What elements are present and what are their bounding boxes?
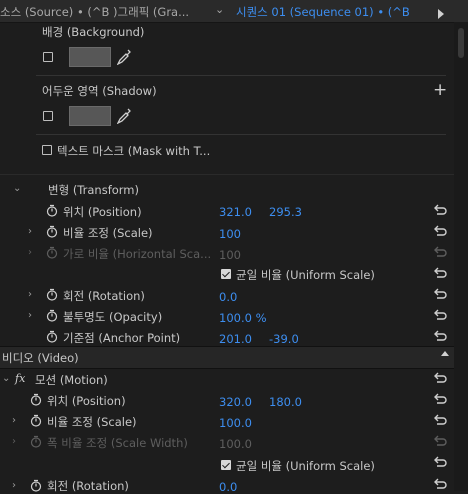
chevron-right-icon[interactable]: ›: [28, 289, 32, 300]
reset-icon[interactable]: [433, 267, 447, 279]
text-mask-checkbox[interactable]: [42, 145, 52, 155]
transform-uniform-scale-checkbox[interactable]: [221, 269, 231, 279]
video-label: 비디오 (Video): [2, 351, 79, 365]
scrollbar-thumb[interactable]: [458, 28, 464, 58]
chevron-down-icon[interactable]: ⌄: [2, 373, 10, 384]
transform-anchor-x[interactable]: 201.0: [219, 332, 252, 346]
transform-label: 변형 (Transform): [48, 183, 139, 197]
fx-badge[interactable]: fx: [15, 372, 25, 385]
shadow-checkbox[interactable]: [43, 111, 53, 121]
motion-scale-value[interactable]: 100.0: [219, 416, 252, 430]
transform-opacity-label: 불투명도 (Opacity): [63, 310, 163, 324]
motion-position-label: 위치 (Position): [47, 394, 126, 408]
reset-icon[interactable]: [433, 225, 447, 237]
chevron-right-icon[interactable]: ›: [28, 310, 32, 321]
motion-scale-width-value: 100.0: [219, 437, 252, 451]
panel-tab-bar: 소스 (Source) • (^B )그래픽 (Gra... ⌄ 시퀀스 01 …: [0, 0, 468, 23]
shadow-color-swatch[interactable]: [69, 106, 111, 126]
background-color-swatch[interactable]: [69, 47, 111, 67]
reset-icon[interactable]: [433, 393, 447, 405]
motion-scale-label: 비율 조정 (Scale): [47, 415, 137, 429]
motion-uniform-scale-checkbox[interactable]: [221, 460, 231, 470]
reset-icon[interactable]: [433, 414, 447, 426]
chevron-right-icon[interactable]: ›: [12, 480, 16, 491]
chevron-right-icon: ›: [28, 247, 32, 258]
transform-opacity-value[interactable]: 100.0 %: [219, 311, 267, 325]
play-icon[interactable]: [438, 9, 444, 19]
stopwatch-icon[interactable]: [46, 309, 58, 322]
reset-icon[interactable]: [433, 478, 447, 490]
transform-scale-label: 비율 조정 (Scale): [63, 226, 153, 240]
motion-position-y[interactable]: 180.0: [269, 395, 302, 409]
transform-scale-value[interactable]: 100: [219, 227, 241, 241]
stopwatch-icon[interactable]: [46, 204, 58, 217]
divider: [36, 75, 446, 76]
transform-anchor-y[interactable]: -39.0: [269, 332, 299, 346]
video-section-header[interactable]: 비디오 (Video): [0, 346, 454, 369]
tab-sequence[interactable]: 시퀀스 01 (Sequence 01) • (^B: [236, 4, 410, 20]
motion-rotation-value[interactable]: 0.0: [219, 480, 237, 494]
eyedropper-icon[interactable]: [117, 108, 131, 124]
stopwatch-icon: [46, 246, 58, 259]
stopwatch-icon: [30, 435, 42, 448]
eyedropper-icon[interactable]: [117, 49, 131, 65]
reset-icon[interactable]: [433, 456, 447, 468]
motion-position-x[interactable]: 320.0: [219, 395, 252, 409]
chevron-right-icon[interactable]: ›: [12, 415, 16, 426]
chevron-down-icon[interactable]: ⌄: [13, 183, 21, 194]
text-mask-label: 텍스트 마스크 (Mask with T...: [57, 144, 211, 158]
transform-position-x[interactable]: 321.0: [219, 205, 252, 219]
transform-hscale-value: 100: [219, 248, 241, 262]
chevron-down-icon[interactable]: ⌄: [215, 3, 224, 16]
transform-position-label: 위치 (Position): [63, 205, 142, 219]
tab-source[interactable]: 소스 (Source) • (^B )그래픽 (Gra...: [0, 4, 189, 20]
stopwatch-icon[interactable]: [46, 288, 58, 301]
reset-icon: [434, 435, 447, 446]
background-label: 배경 (Background): [42, 25, 145, 39]
transform-uniform-scale-label: 균일 비율 (Uniform Scale): [236, 268, 375, 282]
transform-rotation-label: 회전 (Rotation): [63, 289, 145, 303]
stopwatch-icon[interactable]: [46, 225, 58, 238]
transform-position-y[interactable]: 295.3: [269, 205, 302, 219]
transform-anchor-label: 기준점 (Anchor Point): [63, 331, 181, 345]
reset-icon[interactable]: [433, 204, 447, 216]
motion-scale-width-label: 폭 비율 조정 (Scale Width): [47, 436, 188, 450]
stopwatch-icon[interactable]: [46, 330, 58, 343]
reset-icon[interactable]: [433, 309, 447, 321]
stopwatch-icon[interactable]: [30, 479, 42, 492]
reset-icon[interactable]: [433, 330, 447, 342]
transform-hscale-label: 가로 비율 (Horizontal Sca...: [63, 247, 212, 261]
scrollbar[interactable]: [454, 22, 468, 491]
divider: [0, 174, 454, 175]
chevron-right-icon[interactable]: ›: [28, 226, 32, 237]
reset-icon[interactable]: [433, 372, 447, 384]
stopwatch-icon[interactable]: [30, 393, 42, 406]
plus-icon[interactable]: +: [433, 80, 447, 100]
stopwatch-icon[interactable]: [30, 414, 42, 427]
collapse-icon[interactable]: [441, 351, 449, 356]
divider: [36, 134, 446, 135]
chevron-right-icon: ›: [12, 436, 16, 447]
background-checkbox[interactable]: [43, 52, 53, 62]
motion-uniform-scale-label: 균일 비율 (Uniform Scale): [236, 459, 375, 473]
reset-icon[interactable]: [433, 288, 447, 300]
transform-rotation-value[interactable]: 0.0: [219, 290, 237, 304]
motion-rotation-label: 회전 (Rotation): [47, 479, 129, 493]
motion-label: 모션 (Motion): [35, 373, 108, 387]
reset-icon: [434, 246, 447, 257]
shadow-label: 어두운 영역 (Shadow): [42, 84, 157, 98]
